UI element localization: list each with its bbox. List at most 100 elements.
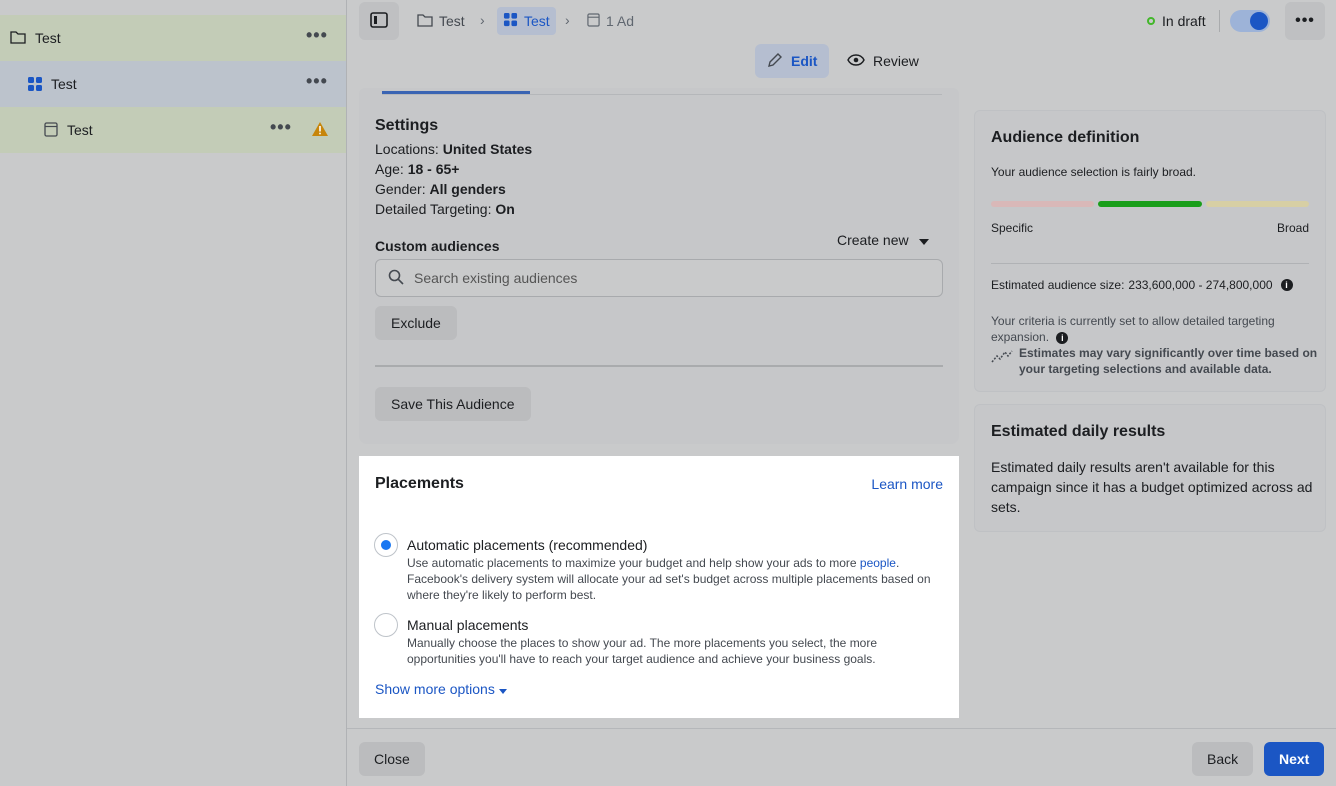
search-icon xyxy=(388,269,404,288)
top-bar: Test › Test › 1 Ad In draft ••• xyxy=(347,0,1336,44)
tree-item-ad[interactable]: Test ••• xyxy=(0,107,346,153)
review-mode-button[interactable]: Review xyxy=(835,44,931,78)
audience-definition-title: Audience definition xyxy=(991,129,1140,146)
tree-item-label: Test xyxy=(51,76,77,92)
next-button[interactable]: Next xyxy=(1264,742,1325,776)
exclude-button[interactable]: Exclude xyxy=(375,306,457,340)
create-new-label: Create new xyxy=(837,232,909,248)
estimates-note: Estimates may vary significantly over ti… xyxy=(1019,346,1318,376)
setting-label: Locations: xyxy=(375,141,439,157)
folder-icon xyxy=(10,30,26,47)
toggle-sidebar-button[interactable] xyxy=(359,2,399,40)
placements-card: Placements Learn more Automatic placemen… xyxy=(359,456,959,718)
meter-broad-segment xyxy=(1206,201,1309,207)
setting-value: On xyxy=(495,201,515,217)
setting-label: Age: xyxy=(375,161,404,177)
age-setting: Age: 18 - 65+ xyxy=(375,161,459,177)
back-button[interactable]: Back xyxy=(1192,742,1254,776)
automatic-placements-label: Automatic placements (recommended) xyxy=(407,537,648,553)
audience-summary: Your audience selection is fairly broad. xyxy=(991,165,1197,179)
setting-label: Gender: xyxy=(375,181,426,197)
audience-card: Settings Locations: United States Age: 1… xyxy=(359,88,959,444)
daily-results-text: Estimated daily results aren't available… xyxy=(991,459,1313,515)
learn-more-link[interactable]: Learn more xyxy=(871,476,943,492)
create-new-dropdown[interactable]: Create new xyxy=(837,232,929,248)
warning-icon xyxy=(311,121,329,140)
estimated-size: Estimated audience size: 233,600,000 - 2… xyxy=(991,278,1293,292)
edit-mode-button[interactable]: Edit xyxy=(755,44,830,78)
gender-setting: Gender: All genders xyxy=(375,181,506,197)
caret-down-icon xyxy=(918,232,929,248)
manual-placements-radio[interactable] xyxy=(374,613,398,637)
info-icon[interactable]: i xyxy=(1280,279,1293,291)
edit-label: Edit xyxy=(791,53,818,69)
breadcrumb-campaign[interactable]: Test xyxy=(411,7,471,35)
chevron-right-icon: › xyxy=(480,12,485,28)
ad-icon xyxy=(587,12,600,30)
breadcrumb-label: Test xyxy=(439,13,465,29)
search-placeholder: Search existing audiences xyxy=(414,270,578,286)
tree-item-label: Test xyxy=(67,122,93,138)
description-text: Use automatic placements to maximize you… xyxy=(407,556,860,570)
settings-title: Settings xyxy=(375,117,439,134)
meter-current-segment xyxy=(1098,201,1202,207)
show-more-label: Show more options xyxy=(375,681,495,697)
draft-status-dot-icon xyxy=(1147,17,1155,25)
size-label: Estimated audience size: xyxy=(991,278,1125,292)
tree-item-campaign[interactable]: Test ••• xyxy=(0,15,346,61)
meter-label-specific: Specific xyxy=(991,221,1034,235)
breadcrumb-adset[interactable]: Test xyxy=(497,7,556,35)
trend-line-icon xyxy=(991,348,1013,367)
meter-label-broad: Broad xyxy=(1276,221,1309,235)
placements-title: Placements xyxy=(375,475,464,492)
setting-label: Detailed Targeting: xyxy=(375,201,492,217)
daily-results-title: Estimated daily results xyxy=(991,423,1166,440)
draft-status-text: In draft xyxy=(1162,13,1206,29)
criteria-text: Your criteria is currently set to allow … xyxy=(991,313,1311,345)
criteria-label: Your criteria is currently set to allow … xyxy=(991,314,1275,344)
footer-bar: Close Back Next xyxy=(347,728,1336,786)
pencil-icon xyxy=(767,52,783,71)
folder-icon xyxy=(417,13,433,30)
more-options-icon[interactable]: ••• xyxy=(306,25,328,46)
section-divider xyxy=(375,365,943,367)
mode-switcher: Edit Review xyxy=(347,44,1336,88)
audience-search-input[interactable]: Search existing audiences xyxy=(375,259,943,297)
locations-setting: Locations: United States xyxy=(375,141,532,157)
show-more-options-link[interactable]: Show more options xyxy=(375,681,507,697)
more-actions-button[interactable]: ••• xyxy=(1285,2,1325,40)
sidebar-panel-icon xyxy=(370,11,388,31)
breadcrumb-label: Test xyxy=(524,13,550,29)
adset-grid-icon xyxy=(27,76,43,95)
more-options-icon[interactable]: ••• xyxy=(306,71,328,92)
manual-placements-description: Manually choose the places to show your … xyxy=(407,636,878,666)
eye-icon xyxy=(847,53,865,70)
audience-definition-card: Audience definition Your audience select… xyxy=(974,110,1326,392)
chevron-right-icon: › xyxy=(565,12,570,28)
draft-toggle[interactable] xyxy=(1230,10,1270,32)
card-divider xyxy=(991,263,1309,264)
breadcrumb-ad[interactable]: 1 Ad xyxy=(581,7,640,35)
caret-down-icon xyxy=(498,681,507,697)
adset-grid-icon xyxy=(503,12,518,30)
more-options-icon[interactable]: ••• xyxy=(270,117,292,138)
active-tab-indicator xyxy=(382,91,530,94)
automatic-placements-radio[interactable] xyxy=(374,533,398,557)
breadcrumb-label: 1 Ad xyxy=(606,13,635,29)
save-audience-button[interactable]: Save This Audience xyxy=(375,387,531,421)
more-options-icon: ••• xyxy=(1295,12,1315,29)
daily-results-card: Estimated daily results Estimated daily … xyxy=(974,404,1326,532)
setting-value: United States xyxy=(442,141,533,157)
tree-item-adset[interactable]: Test ••• xyxy=(0,61,346,107)
info-icon[interactable]: i xyxy=(1056,332,1069,344)
setting-value: All genders xyxy=(429,181,506,197)
setting-value: 18 - 65+ xyxy=(407,161,460,177)
ad-icon xyxy=(44,122,58,140)
meter-specific-segment xyxy=(991,201,1094,207)
custom-audiences-label: Custom audiences xyxy=(375,238,500,254)
close-button[interactable]: Close xyxy=(359,742,425,776)
people-link[interactable]: people xyxy=(860,556,896,570)
campaign-tree-sidebar: Test ••• Test ••• Test ••• xyxy=(0,0,347,786)
tab-divider xyxy=(382,94,942,95)
targeting-setting: Detailed Targeting: On xyxy=(375,201,515,217)
